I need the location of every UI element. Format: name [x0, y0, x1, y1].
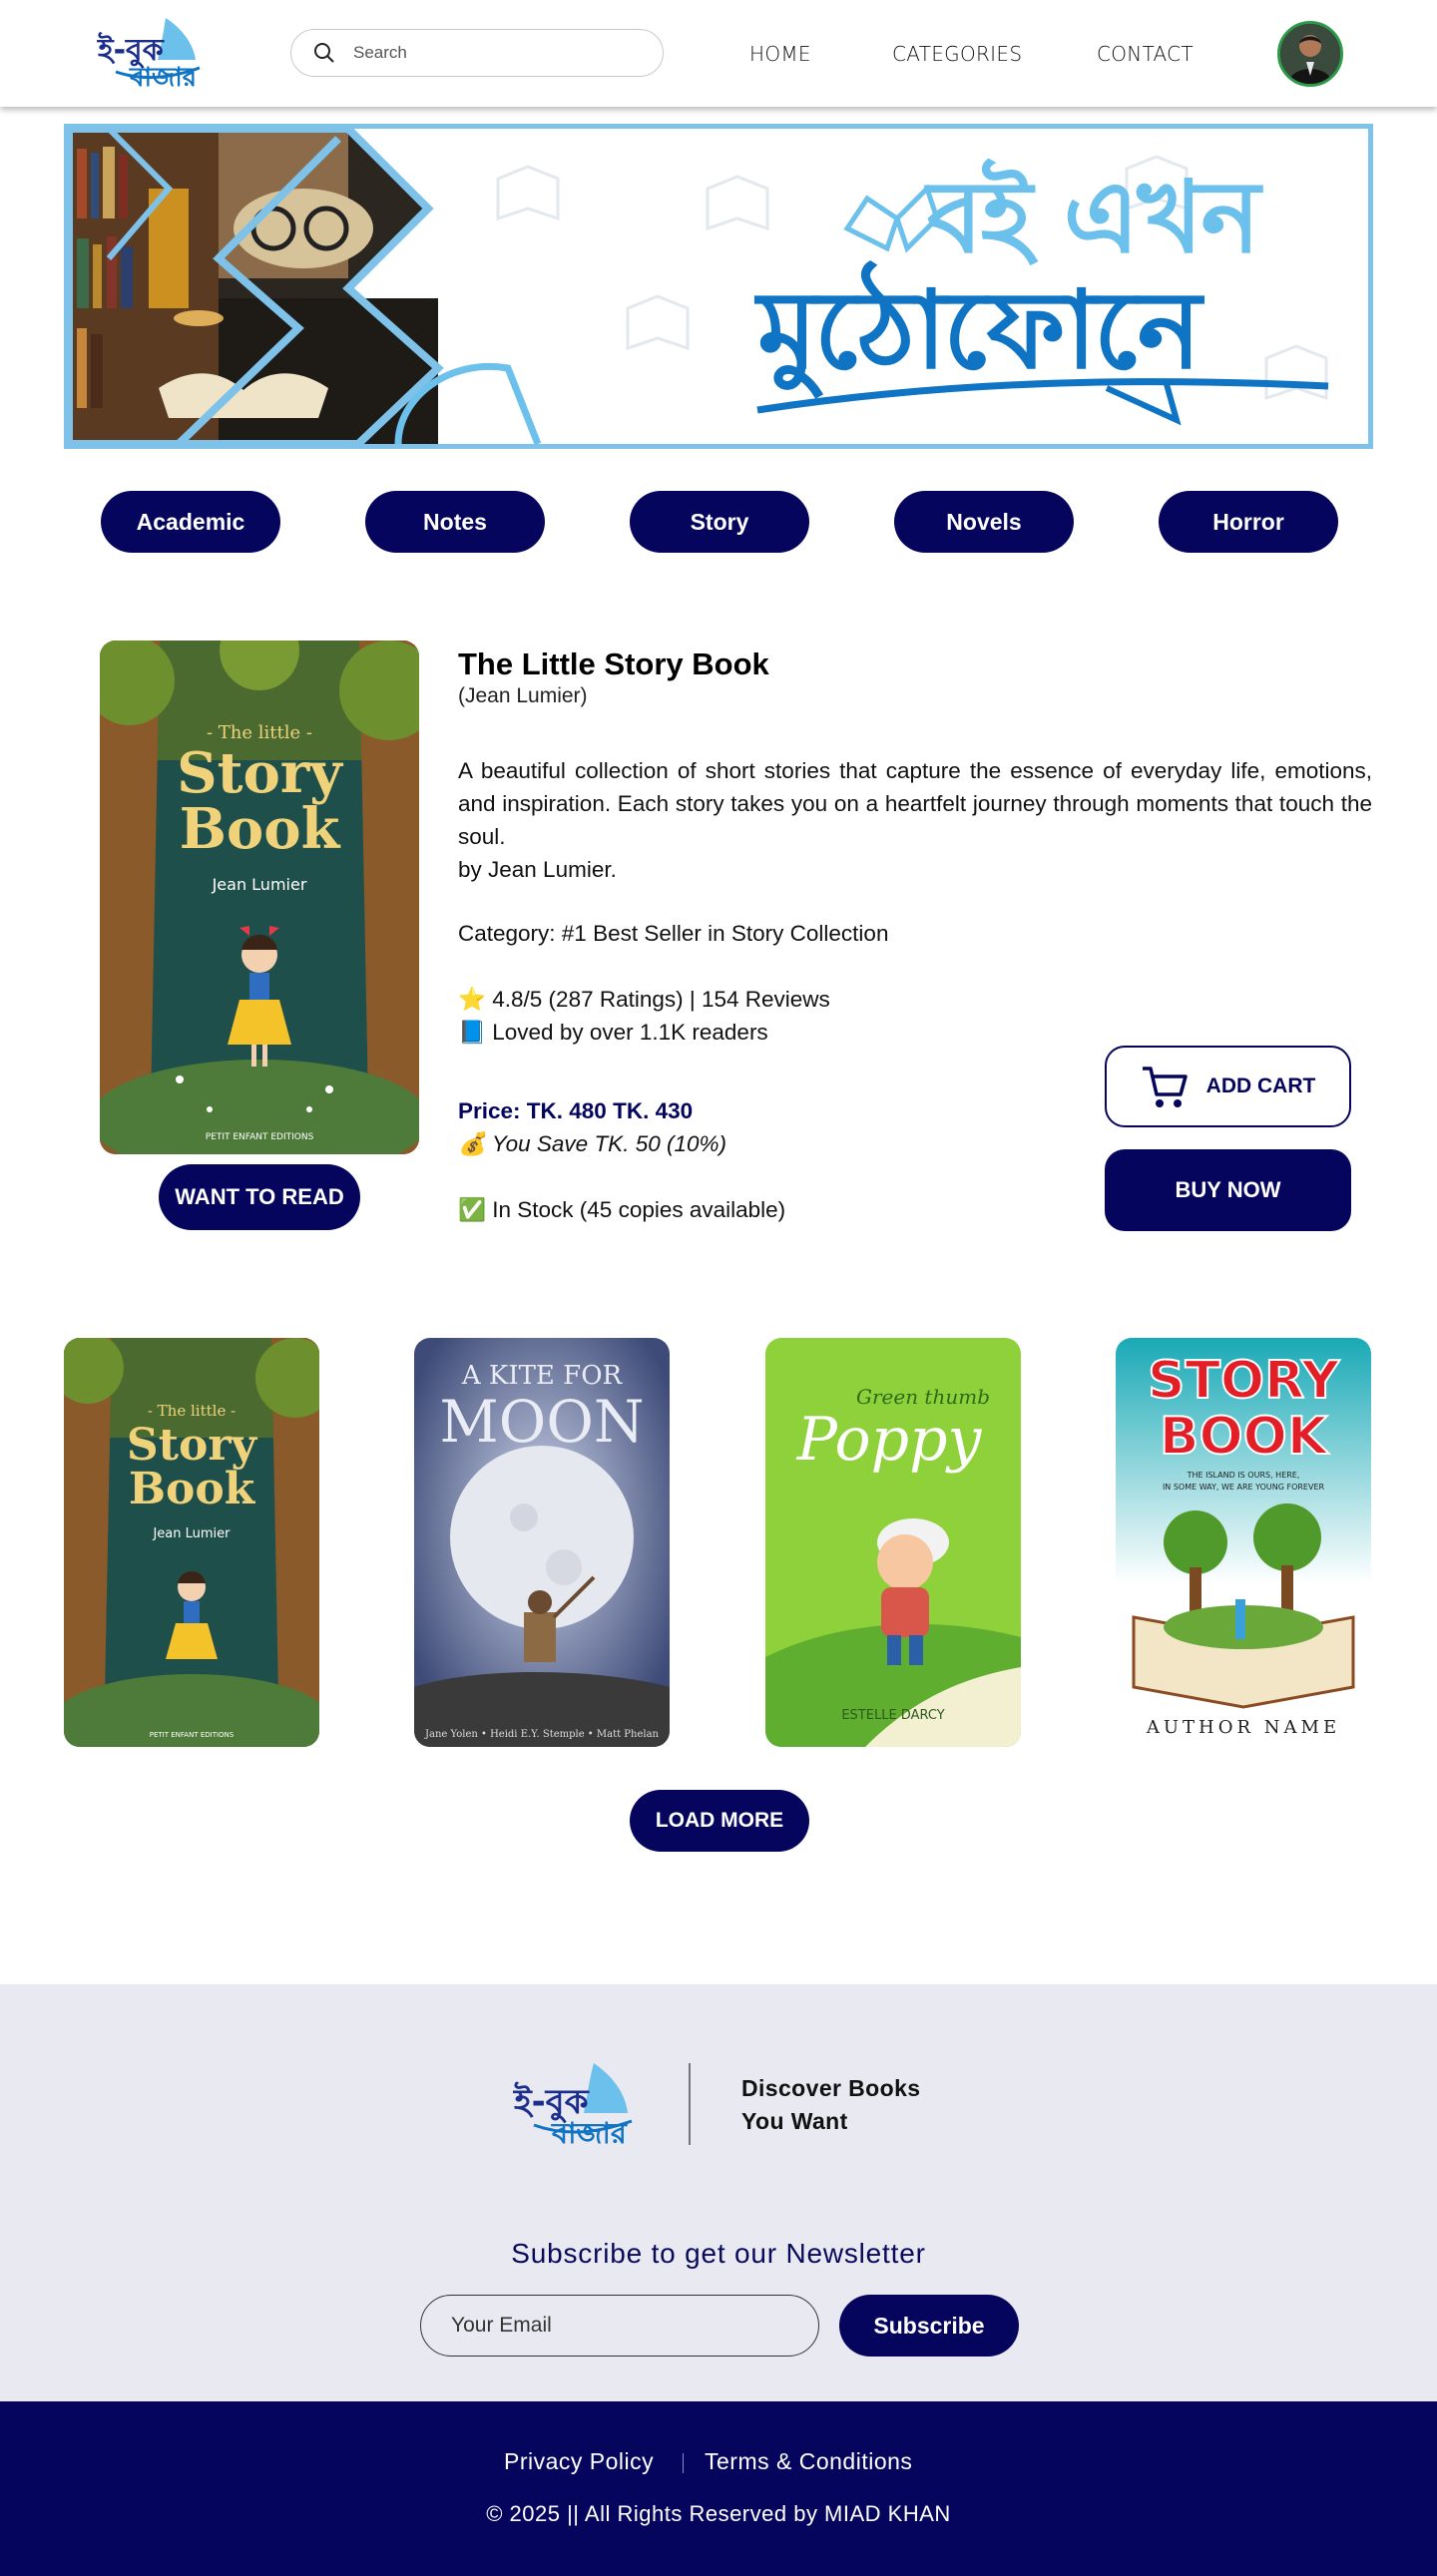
grid-book-little-story[interactable]: - The little - Story Book Jean Lumier PE… — [64, 1338, 319, 1747]
subscribe-button[interactable]: Subscribe — [839, 2295, 1019, 2357]
book-price: Price: TK. 480 TK. 430 — [458, 1098, 694, 1123]
grid-book-poppy[interactable]: Green thumb Poppy ESTELLE DARCY — [765, 1338, 1021, 1747]
grid2-authors: Jane Yolen • Heidi E.Y. Stemple • Matt P… — [424, 1729, 660, 1740]
category-horror[interactable]: Horror — [1159, 491, 1338, 553]
hero-banner: বই এখন মুঠোফোনে — [64, 124, 1373, 449]
cover-title-big2: Book — [180, 796, 341, 862]
newsletter-title: Subscribe to get our Newsletter — [511, 2238, 926, 2269]
footer-tagline-line2: You Want — [741, 2108, 848, 2134]
avatar[interactable] — [1277, 21, 1343, 87]
nav-home[interactable]: HOME — [749, 42, 811, 66]
cover-author: Jean Lumier — [212, 875, 307, 894]
book-savings: 💰 You Save TK. 50 (10%) — [458, 1131, 726, 1156]
grid2-title-line1: A KITE FOR — [461, 1361, 624, 1391]
footer-tagline: Discover Books You Want — [741, 2072, 920, 2138]
site-logo[interactable]: ই-বুক বাজার — [96, 14, 204, 93]
category-story[interactable]: Story — [630, 491, 809, 553]
grid4-author: AUTHOR NAME — [1146, 1717, 1340, 1738]
grid1-publisher: PETIT ENFANT EDITIONS — [150, 1731, 235, 1739]
nav-contact[interactable]: CONTACT — [1097, 42, 1194, 66]
category-notes[interactable]: Notes — [365, 491, 545, 553]
want-to-read-button[interactable]: WANT TO READ — [159, 1164, 360, 1230]
footer-divider — [689, 2063, 691, 2145]
privacy-policy-link[interactable]: Privacy Policy — [504, 2448, 654, 2475]
description-text: A beautiful collection of short stories … — [458, 758, 1372, 849]
banner-headline-line2: মুঠোফোনে — [757, 268, 1201, 393]
book-readers: 📘 Loved by over 1.1K readers — [458, 1020, 768, 1045]
grid1-author: Jean Lumier — [152, 1526, 231, 1541]
footer-bottom-bar — [0, 2401, 1437, 2576]
add-cart-label: ADD CART — [1205, 1074, 1316, 1097]
grid2-title-line2: MOON — [439, 1388, 644, 1456]
header: ই-বুক বাজার HOME CATEGORIES CONTACT — [0, 0, 1437, 107]
category-academic[interactable]: Academic — [101, 491, 280, 553]
terms-link[interactable]: Terms & Conditions — [705, 2448, 912, 2475]
search-icon — [314, 43, 334, 63]
cart-icon — [1142, 1067, 1188, 1107]
book-author: (Jean Lumier) — [458, 684, 588, 707]
cover-publisher: PETIT ENFANT EDITIONS — [206, 1132, 314, 1142]
book-rating: ⭐ 4.8/5 (287 Ratings) | 154 Reviews — [458, 987, 830, 1012]
grid1-title-big2: Book — [129, 1464, 256, 1514]
featured-book-cover[interactable]: - The little - Story Book Jean Lumier PE… — [100, 641, 419, 1154]
book-title: The Little Story Book — [458, 646, 769, 681]
copyright: © 2025 || All Rights Reserved by MIAD KH… — [486, 2501, 951, 2526]
grid4-tagline1: THE ISLAND IS OURS, HERE, — [1187, 1471, 1300, 1480]
grid4-tagline2: IN SOME WAY, WE ARE YOUNG FOREVER — [1163, 1483, 1325, 1492]
grid3-title: Poppy — [796, 1405, 983, 1475]
grid-book-kite-moon[interactable]: A KITE FOR MOON Jane Yolen • Heidi E.Y. … — [414, 1338, 670, 1747]
footer-tagline-line1: Discover Books — [741, 2075, 921, 2101]
book-category: Category: #1 Best Seller in Story Collec… — [458, 921, 889, 946]
buy-now-button[interactable]: BUY NOW — [1105, 1149, 1351, 1231]
add-cart-button[interactable]: ADD CART — [1105, 1046, 1351, 1127]
grid1-title-small: - The little - — [148, 1402, 236, 1420]
grid4-title-line1: STORY — [1148, 1351, 1340, 1411]
footer-link-separator — [683, 2453, 684, 2473]
grid3-author: ESTELLE DARCY — [841, 1708, 944, 1723]
book-description: A beautiful collection of short stories … — [458, 754, 1372, 886]
search-bar[interactable] — [290, 29, 664, 77]
load-more-button[interactable]: LOAD MORE — [630, 1790, 809, 1852]
category-novels[interactable]: Novels — [894, 491, 1074, 553]
stock-status: ✅ In Stock (45 copies available) — [458, 1197, 786, 1222]
grid-book-story-island[interactable]: STORY BOOK THE ISLAND IS OURS, HERE, IN … — [1116, 1338, 1371, 1747]
nav-categories[interactable]: CATEGORIES — [892, 42, 1022, 66]
grid4-title-line2: BOOK — [1160, 1407, 1329, 1467]
email-field[interactable] — [420, 2295, 819, 2357]
by-line: by Jean Lumier. — [458, 857, 617, 882]
search-input[interactable] — [353, 43, 633, 63]
footer-logo[interactable]: ই-বুক বাজার — [512, 2059, 636, 2150]
